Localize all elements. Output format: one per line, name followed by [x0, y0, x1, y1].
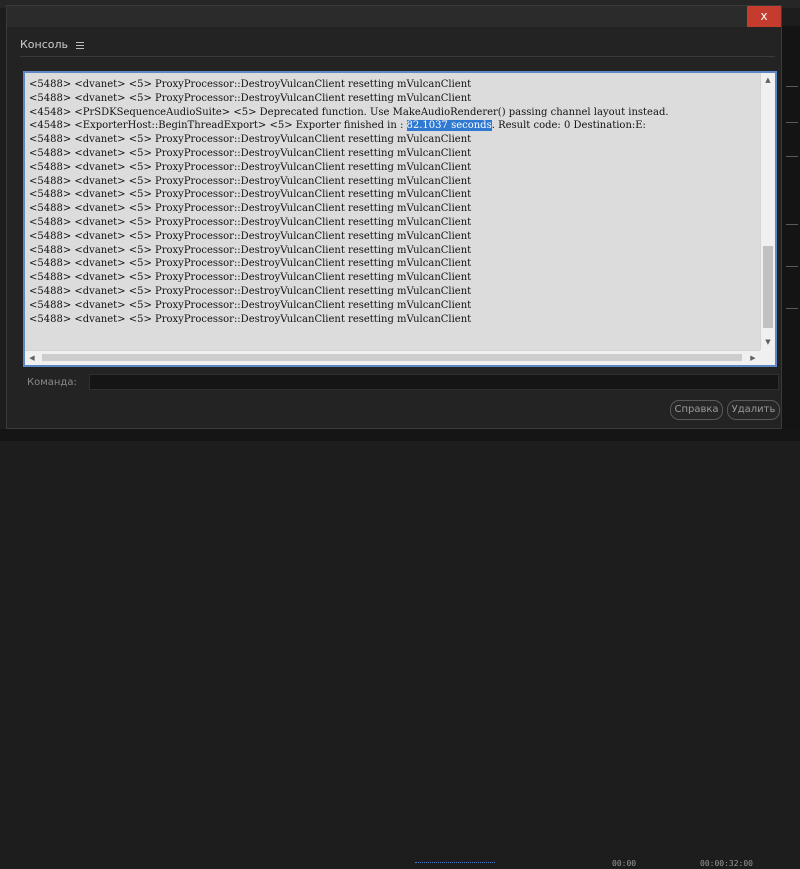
- command-input[interactable]: [89, 374, 779, 390]
- background-app-ruler: [782, 26, 800, 441]
- divider: [20, 56, 775, 57]
- scroll-right-arrow-icon[interactable]: ▶: [746, 351, 760, 365]
- console-output[interactable]: <5488> <dvanet> <5> ProxyProcessor::Dest…: [23, 71, 777, 367]
- timecode-left: 00:00: [612, 859, 637, 868]
- console-log-text[interactable]: <5488> <dvanet> <5> ProxyProcessor::Dest…: [29, 78, 759, 332]
- selected-text[interactable]: 82.1037 seconds: [406, 120, 492, 132]
- hamburger-menu-icon[interactable]: [76, 41, 85, 49]
- panel-header: Консоль: [20, 38, 85, 52]
- console-line: <5488> <dvanet> <5> ProxyProcessor::Dest…: [29, 216, 472, 228]
- title-bar: x: [7, 6, 781, 27]
- console-line: <5488> <dvanet> <5> ProxyProcessor::Dest…: [29, 92, 472, 104]
- vertical-scroll-thumb[interactable]: [763, 246, 773, 328]
- console-line: <5488> <dvanet> <5> ProxyProcessor::Dest…: [29, 189, 472, 201]
- panel-title: Консоль: [20, 38, 69, 51]
- console-line: <5488> <dvanet> <5> ProxyProcessor::Dest…: [29, 134, 472, 146]
- console-line: <5488> <dvanet> <5> ProxyProcessor::Dest…: [29, 147, 472, 159]
- console-line: <5488> <dvanet> <5> ProxyProcessor::Dest…: [29, 203, 472, 215]
- console-line: <4548> <PrSDKSequenceAudioSuite> <5> Dep…: [29, 106, 669, 118]
- console-line: <5488> <dvanet> <5> ProxyProcessor::Dest…: [29, 161, 472, 173]
- console-line: <5488> <dvanet> <5> ProxyProcessor::Dest…: [29, 175, 472, 187]
- console-line: <5488> <dvanet> <5> ProxyProcessor::Dest…: [29, 299, 472, 311]
- command-label: Команда:: [27, 377, 77, 388]
- horizontal-scroll-thumb[interactable]: [42, 354, 742, 361]
- timecode-right: 00:00:32:00: [700, 859, 753, 868]
- close-button[interactable]: x: [747, 6, 781, 27]
- console-line: <5488> <dvanet> <5> ProxyProcessor::Dest…: [29, 244, 472, 256]
- delete-button[interactable]: Удалить: [727, 400, 780, 420]
- console-line: <5488> <dvanet> <5> ProxyProcessor::Dest…: [29, 258, 472, 270]
- console-line: <4548> <ExporterHost::BeginThreadExport>…: [29, 120, 646, 132]
- scroll-up-arrow-icon[interactable]: ▲: [761, 73, 775, 88]
- scroll-down-arrow-icon[interactable]: ▼: [761, 335, 775, 350]
- console-line: <5488> <dvanet> <5> ProxyProcessor::Dest…: [29, 79, 472, 90]
- scroll-left-arrow-icon[interactable]: ◀: [25, 351, 39, 365]
- console-line: <5488> <dvanet> <5> ProxyProcessor::Dest…: [29, 313, 472, 325]
- horizontal-scrollbar[interactable]: ◀ ▶: [25, 350, 760, 365]
- background-app-timeline: 00:00 00:00:32:00: [0, 429, 800, 868]
- console-dialog: x Консоль <5488> <dvanet> <5> ProxyProce…: [6, 5, 782, 429]
- scroll-corner: [760, 350, 775, 365]
- console-line: <5488> <dvanet> <5> ProxyProcessor::Dest…: [29, 285, 472, 297]
- vertical-scrollbar[interactable]: ▲ ▼: [760, 73, 775, 365]
- console-line: <5488> <dvanet> <5> ProxyProcessor::Dest…: [29, 272, 472, 284]
- timeline-marker: [415, 862, 495, 866]
- help-button[interactable]: Справка: [670, 400, 723, 420]
- console-line: <5488> <dvanet> <5> ProxyProcessor::Dest…: [29, 230, 472, 242]
